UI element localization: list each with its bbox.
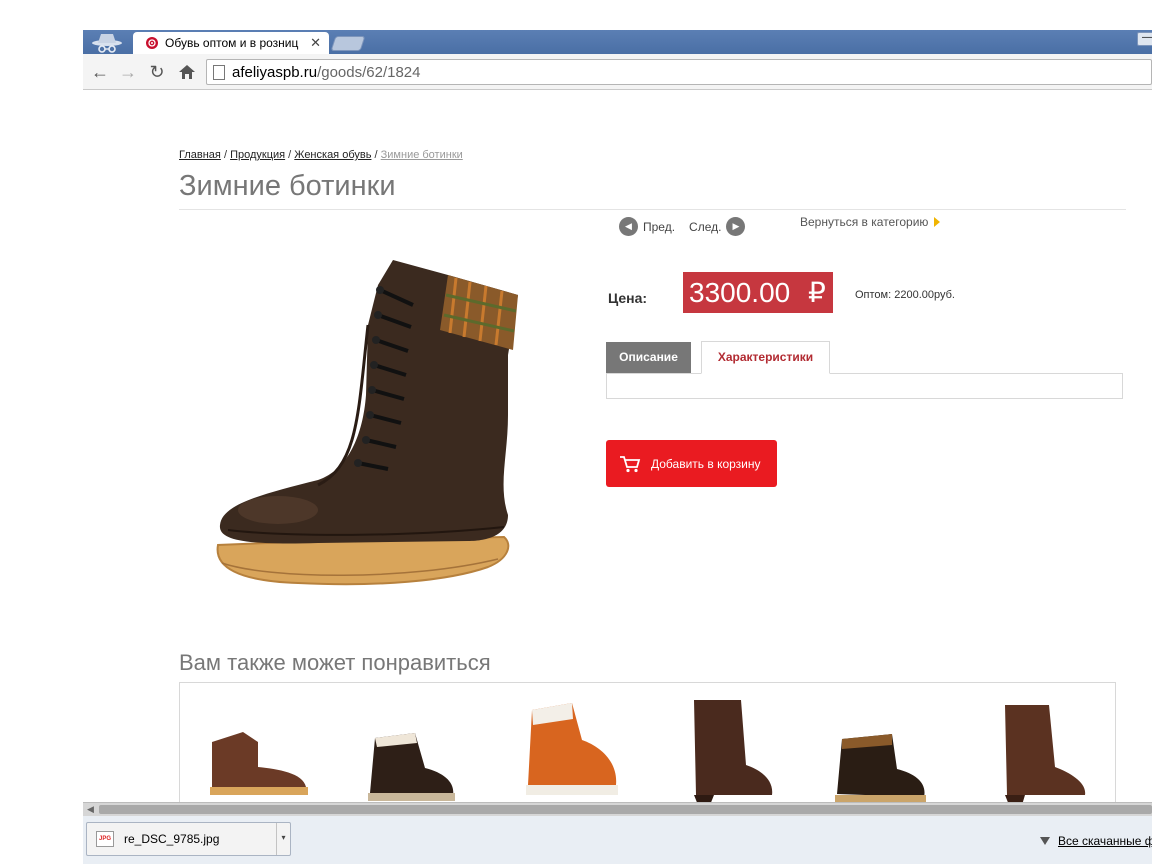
scrollbar-thumb[interactable]: [99, 805, 1152, 814]
page-title: Зимние ботинки: [179, 170, 396, 202]
incognito-icon: [92, 34, 122, 53]
tab-description[interactable]: Описание: [606, 342, 691, 373]
reload-icon[interactable]: ↻: [145, 60, 169, 84]
product-image[interactable]: [208, 245, 548, 590]
related-product-image[interactable]: [977, 685, 1097, 802]
title-bar: [83, 0, 1152, 30]
related-product-image[interactable]: [510, 685, 630, 802]
browser-window: Обувь оптом и в розниц ✕ — ← → ↻ afeliya…: [83, 0, 1152, 864]
download-bar: ◀ JPG re_DSC_9785.jpg ▾ Все скачанные ф: [83, 802, 1152, 864]
related-products: [179, 682, 1116, 802]
tab-strip: Обувь оптом и в розниц ✕: [83, 30, 1152, 54]
related-product-image[interactable]: [198, 697, 318, 802]
page-icon: [213, 64, 225, 80]
url-text: afeliyaspb.ru/goods/62/1824: [232, 63, 421, 81]
back-to-category-link[interactable]: Вернуться в категорию: [800, 215, 941, 229]
back-to-category-label: Вернуться в категорию: [800, 215, 929, 229]
price-label: Цена:: [608, 290, 648, 306]
forward-arrow-icon[interactable]: →: [116, 60, 140, 84]
breadcrumb-home-link[interactable]: Главная: [179, 149, 221, 161]
prev-link[interactable]: Пред.: [643, 220, 675, 234]
jpg-file-icon: JPG: [96, 831, 114, 847]
tab-title: Обувь оптом и в розниц: [165, 36, 299, 50]
breadcrumb: Главная / Продукция / Женская обувь / Зи…: [179, 149, 463, 161]
price-badge: 3300.00 ₽: [683, 272, 833, 313]
close-tab-icon[interactable]: ✕: [310, 35, 321, 51]
desktop-background: [0, 0, 83, 864]
breadcrumb-separator: /: [223, 149, 227, 161]
tab-panel: [606, 373, 1123, 399]
breadcrumb-separator: /: [288, 149, 292, 161]
all-downloads-label: Все скачанные ф: [1058, 834, 1152, 848]
next-arrow-icon[interactable]: ▶: [726, 217, 746, 236]
cart-icon: [620, 455, 641, 472]
horizontal-scrollbar[interactable]: ◀: [83, 802, 1152, 816]
rose-favicon-icon: [146, 37, 158, 49]
all-downloads-link[interactable]: Все скачанные ф: [1040, 834, 1152, 848]
download-arrow-icon: [1040, 837, 1050, 845]
new-tab-button[interactable]: [330, 36, 366, 51]
product-pager: ◀ Пред. След. ▶: [619, 217, 746, 236]
title-divider: [179, 209, 1126, 210]
window-minimize-button[interactable]: —: [1137, 32, 1152, 46]
download-item[interactable]: JPG re_DSC_9785.jpg ▾: [86, 822, 291, 856]
tab-characteristics[interactable]: Характеристики: [701, 341, 830, 374]
next-link[interactable]: След.: [689, 220, 721, 234]
chevron-down-icon[interactable]: ▾: [276, 823, 290, 855]
related-heading: Вам также может понравиться: [179, 650, 491, 675]
related-product-image[interactable]: [666, 685, 786, 802]
home-icon[interactable]: [175, 60, 199, 84]
add-to-cart-label: Добавить в корзину: [651, 456, 761, 471]
address-bar[interactable]: afeliyaspb.ru/goods/62/1824: [206, 59, 1152, 85]
triangle-right-icon: [934, 217, 941, 227]
related-product-image[interactable]: [822, 709, 942, 802]
scroll-left-icon[interactable]: ◀: [87, 804, 94, 815]
breadcrumb-products-link[interactable]: Продукция: [230, 149, 285, 161]
related-product-image[interactable]: [355, 713, 475, 802]
browser-toolbar: ← → ↻ afeliyaspb.ru/goods/62/1824: [83, 54, 1152, 90]
page-content: Главная / Продукция / Женская обувь / Зи…: [83, 90, 1152, 802]
breadcrumb-separator: /: [374, 149, 378, 161]
add-to-cart-button[interactable]: Добавить в корзину: [606, 440, 777, 487]
back-arrow-icon[interactable]: ←: [88, 60, 112, 84]
browser-tab[interactable]: Обувь оптом и в розниц ✕: [133, 32, 329, 54]
breadcrumb-current[interactable]: Зимние ботинки: [381, 149, 463, 161]
wholesale-price: Оптом: 2200.00руб.: [855, 289, 955, 301]
download-file-name: re_DSC_9785.jpg: [124, 832, 220, 846]
breadcrumb-womens-link[interactable]: Женская обувь: [294, 149, 371, 161]
prev-arrow-icon[interactable]: ◀: [619, 217, 638, 236]
price-value: 3300.00: [689, 277, 791, 308]
ruble-icon: ₽: [808, 277, 826, 308]
